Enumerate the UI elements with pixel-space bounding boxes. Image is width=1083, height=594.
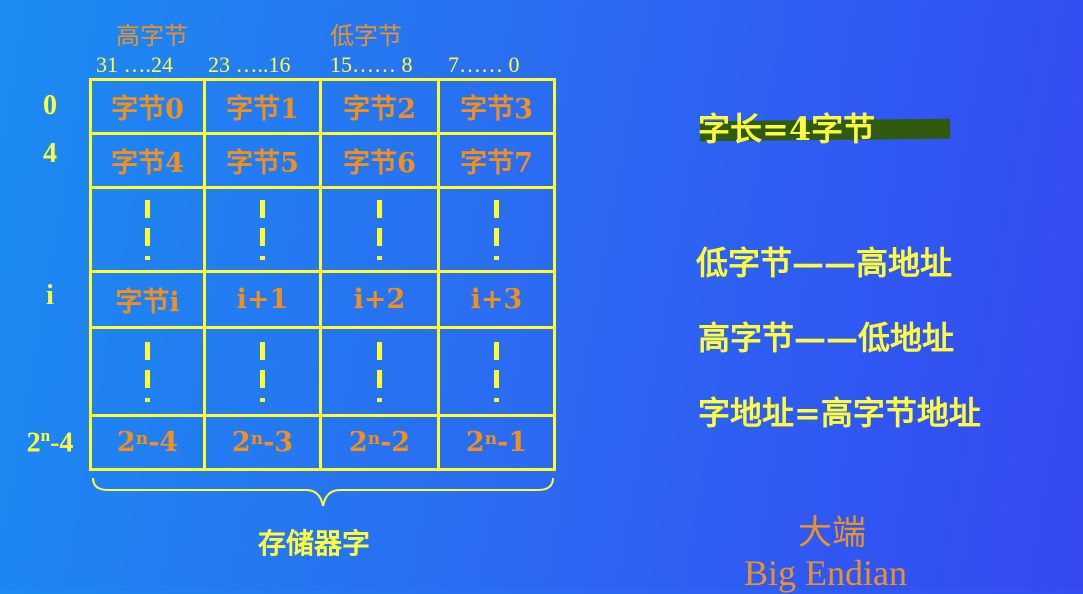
ellipsis-cell bbox=[89, 326, 206, 417]
address-label: i bbox=[46, 280, 54, 311]
note-line: 低字节——高地址 bbox=[696, 244, 953, 282]
byte-base: 2 bbox=[231, 427, 251, 458]
ellipsis-cell bbox=[89, 186, 206, 273]
dashed-line bbox=[145, 199, 150, 260]
byte-suffix: -1 bbox=[497, 427, 528, 458]
byte-cell: 字节5 bbox=[203, 132, 322, 189]
dashed-line bbox=[145, 341, 150, 402]
brace bbox=[92, 477, 554, 507]
dashed-line bbox=[494, 199, 499, 260]
byte-cell: i+1 bbox=[203, 270, 322, 329]
ellipsis-cell bbox=[319, 186, 440, 273]
byte-exp: n bbox=[135, 428, 149, 449]
endian-en: Big Endian bbox=[744, 553, 907, 593]
byte-cell: 2 n -1 bbox=[437, 414, 556, 471]
byte-exp: n bbox=[484, 428, 498, 449]
dashed-line bbox=[260, 199, 265, 260]
byte-cell: 2 n -3 bbox=[203, 414, 322, 471]
byte-base: 2 bbox=[465, 427, 485, 458]
address-base: 2 bbox=[26, 427, 41, 459]
low-byte-label: 低字节 bbox=[330, 22, 402, 50]
bit-range-label: 31 ….24 bbox=[96, 52, 173, 77]
dashed-line bbox=[260, 341, 265, 402]
note-line: 高字节——低地址 bbox=[698, 319, 955, 357]
byte-suffix: -3 bbox=[263, 427, 294, 458]
bit-range-label: 7…… 0 bbox=[448, 52, 520, 77]
note-line: 字地址=高字节地址 bbox=[698, 394, 981, 432]
byte-cell: i+3 bbox=[437, 270, 556, 329]
byte-exp: n bbox=[367, 428, 381, 449]
address-exp: n bbox=[40, 426, 51, 445]
address-suffix: -4 bbox=[50, 427, 74, 459]
byte-cell: 2 n -2 bbox=[319, 414, 440, 471]
byte-cell: i+2 bbox=[319, 270, 440, 329]
ellipsis-cell bbox=[203, 186, 322, 273]
dashed-line bbox=[377, 341, 382, 402]
ellipsis-cell bbox=[437, 186, 556, 273]
dashed-line bbox=[494, 341, 499, 402]
byte-cell: 字节3 bbox=[437, 78, 556, 135]
byte-cell: 字节0 bbox=[89, 78, 206, 135]
byte-cell: 字节6 bbox=[319, 132, 440, 189]
bit-range-label: 23 …..16 bbox=[208, 52, 291, 77]
byte-exp: n bbox=[250, 428, 264, 449]
ellipsis-cell bbox=[319, 326, 440, 417]
byte-suffix: -2 bbox=[380, 427, 411, 458]
byte-suffix: -4 bbox=[148, 427, 179, 458]
dashed-line bbox=[377, 199, 382, 260]
word-length-note: 字长=4字节 bbox=[698, 110, 876, 148]
byte-cell: 字节4 bbox=[89, 132, 206, 189]
byte-base: 2 bbox=[348, 427, 368, 458]
memory-word-label: 存储器字 bbox=[258, 527, 371, 560]
byte-cell: 字节i bbox=[89, 270, 206, 329]
byte-cell: 字节1 bbox=[203, 78, 322, 135]
memory-grid: 字节0 字节1 字节2 字节3 字节4 字节5 字节6 字节7 字节i i+1 i+2 i+3 2 n -4… bbox=[89, 78, 556, 471]
address-label: 4 bbox=[43, 138, 57, 169]
ellipsis-cell bbox=[437, 326, 556, 417]
address-label: 2n-4 bbox=[15, 426, 85, 459]
high-byte-label: 高字节 bbox=[116, 22, 188, 50]
byte-cell: 字节2 bbox=[319, 78, 440, 135]
endian-cn: 大端 bbox=[798, 513, 866, 553]
byte-cell: 2 n -4 bbox=[89, 414, 206, 471]
bit-range-label: 15…… 8 bbox=[330, 52, 413, 77]
byte-cell: 字节7 bbox=[437, 132, 556, 189]
byte-base: 2 bbox=[116, 427, 136, 458]
ellipsis-cell bbox=[203, 326, 322, 417]
address-label: 0 bbox=[43, 90, 57, 121]
